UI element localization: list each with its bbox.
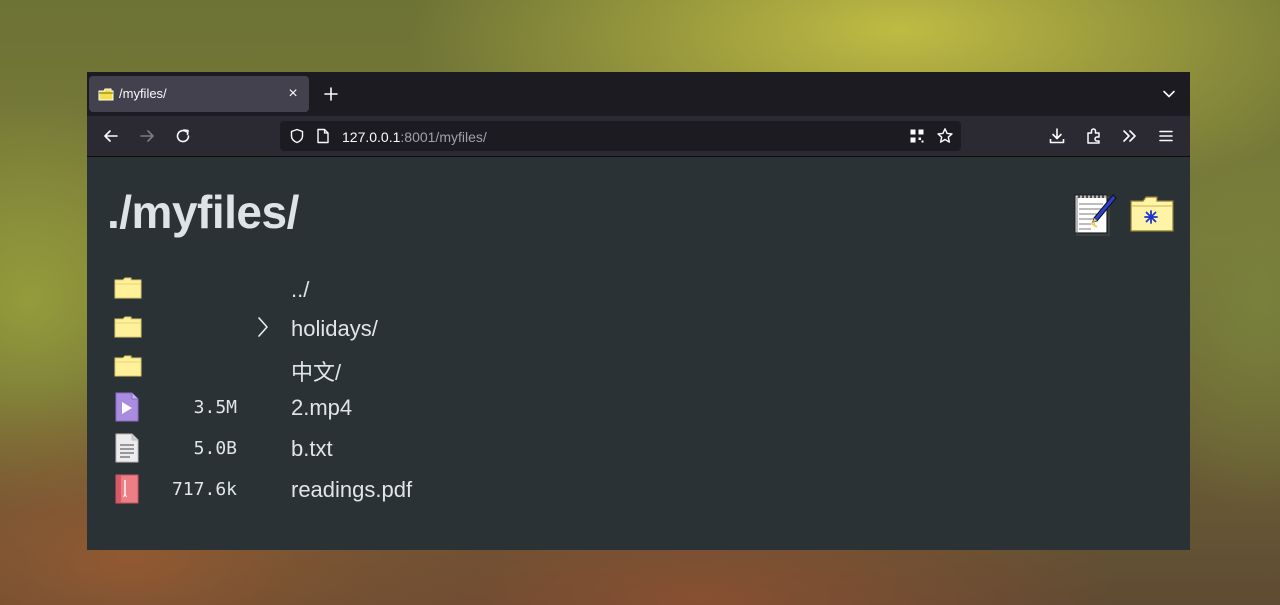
file-name-link[interactable]: ../ bbox=[291, 277, 309, 303]
chevron-right-icon[interactable] bbox=[256, 315, 270, 339]
browser-window: /myfiles/ × 127.0.0.1:8001/myfiles/ ./my… bbox=[87, 72, 1190, 550]
hamburger-menu-icon[interactable] bbox=[1156, 126, 1176, 146]
back-arrow-icon[interactable] bbox=[101, 126, 121, 146]
navigation-bar: 127.0.0.1:8001/myfiles/ bbox=[87, 116, 1190, 157]
folder-icon bbox=[98, 88, 114, 101]
overflow-chevrons-icon[interactable] bbox=[1120, 126, 1140, 146]
list-item[interactable]: 中文/ bbox=[87, 348, 687, 386]
url-bar[interactable]: 127.0.0.1:8001/myfiles/ bbox=[280, 121, 961, 151]
page-content: ./myfiles/ ../ holidays/ 中文/ 3.5M 2.mp4 … bbox=[87, 157, 1190, 550]
qr-code-icon[interactable] bbox=[909, 128, 925, 144]
url-host: 127.0.0.1 bbox=[342, 129, 401, 145]
pdf-file-icon bbox=[115, 474, 139, 504]
extensions-icon[interactable] bbox=[1084, 126, 1104, 146]
notepad-pencil-icon[interactable] bbox=[1073, 191, 1117, 237]
file-size: 3.5M bbox=[193, 397, 237, 418]
list-item[interactable]: 5.0B b.txt bbox=[87, 428, 687, 466]
file-name-link[interactable]: readings.pdf bbox=[291, 477, 412, 503]
folder-icon bbox=[114, 316, 142, 338]
tab-bar: /myfiles/ × bbox=[87, 72, 1190, 116]
folder-icon bbox=[114, 355, 142, 377]
page-icon[interactable] bbox=[316, 128, 330, 144]
file-name-link[interactable]: 2.mp4 bbox=[291, 395, 352, 421]
chevron-down-icon[interactable] bbox=[1161, 86, 1177, 102]
file-size: 717.6k bbox=[171, 479, 237, 500]
folder-icon bbox=[114, 277, 142, 299]
file-size: 5.0B bbox=[193, 438, 237, 459]
list-item[interactable]: 3.5M 2.mp4 bbox=[87, 387, 687, 425]
list-item[interactable]: 717.6k readings.pdf bbox=[87, 469, 687, 507]
forward-arrow-icon[interactable] bbox=[137, 126, 157, 146]
reload-icon[interactable] bbox=[173, 126, 193, 146]
page-title: ./myfiles/ bbox=[107, 186, 299, 238]
text-file-icon bbox=[115, 433, 139, 463]
video-file-icon bbox=[115, 392, 139, 422]
file-name-link[interactable]: 中文/ bbox=[291, 355, 341, 387]
plus-icon[interactable] bbox=[321, 84, 341, 104]
list-item[interactable]: ../ bbox=[87, 270, 687, 308]
tab-myfiles[interactable]: /myfiles/ × bbox=[89, 76, 309, 112]
new-folder-icon[interactable] bbox=[1129, 193, 1175, 233]
url-text: 127.0.0.1:8001/myfiles/ bbox=[342, 129, 487, 145]
file-name-link[interactable]: b.txt bbox=[291, 436, 333, 462]
shield-icon[interactable] bbox=[289, 128, 305, 144]
tab-title: /myfiles/ bbox=[119, 86, 167, 101]
list-item[interactable]: holidays/ bbox=[87, 309, 687, 347]
close-icon[interactable]: × bbox=[285, 86, 301, 102]
star-icon[interactable] bbox=[936, 127, 954, 145]
download-icon[interactable] bbox=[1047, 126, 1067, 146]
url-path: :8001/myfiles/ bbox=[400, 129, 487, 145]
file-name-link[interactable]: holidays/ bbox=[291, 316, 378, 342]
